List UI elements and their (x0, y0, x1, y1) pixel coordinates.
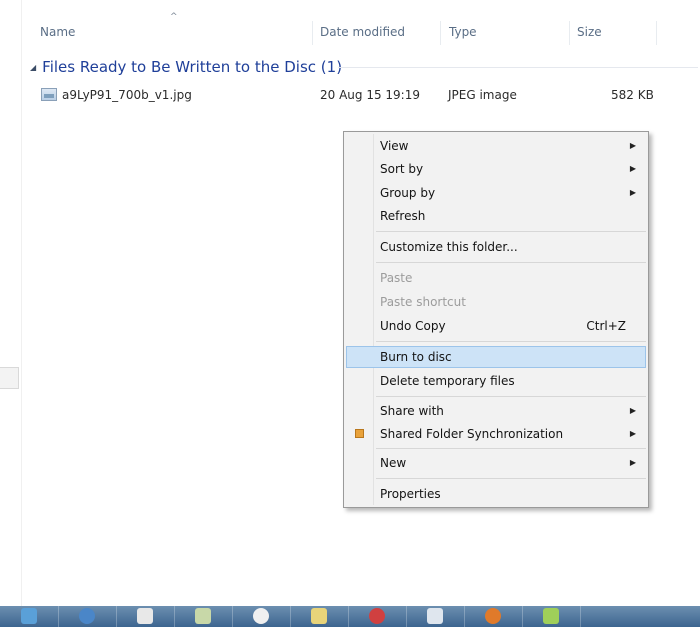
menu-item-shared-folder-sync[interactable]: Shared Folder Synchronization ▶ (346, 423, 646, 445)
column-header-type[interactable]: Type (449, 17, 477, 47)
menu-item-new[interactable]: New ▶ (346, 452, 646, 474)
group-title: Files Ready to Be Written to the Disc (1… (42, 58, 343, 76)
nav-pane-selected-item[interactable] (0, 367, 19, 389)
submenu-arrow-icon: ▶ (629, 429, 636, 438)
menu-item-burn-to-disc[interactable]: Burn to disc (346, 346, 646, 368)
acrobat-icon[interactable] (290, 606, 349, 627)
menu-item-share-with[interactable]: Share with ▶ (346, 400, 646, 422)
image-file-icon (41, 88, 57, 101)
column-divider[interactable] (312, 21, 313, 45)
menu-item-label: Group by (380, 186, 436, 200)
firefox-icon[interactable] (406, 606, 465, 627)
menu-item-undo-copy[interactable]: Undo Copy Ctrl+Z (346, 315, 646, 337)
file-size: 582 KB (611, 88, 654, 102)
group-header[interactable]: ◢ Files Ready to Be Written to the Disc (… (30, 56, 342, 78)
submenu-arrow-icon: ▶ (629, 188, 636, 197)
menu-separator (376, 262, 646, 263)
menu-item-label: New (380, 456, 407, 470)
menu-item-customize-folder[interactable]: Customize this folder... (346, 236, 646, 258)
menu-separator (376, 231, 646, 232)
column-header-size[interactable]: Size (577, 17, 602, 47)
menu-item-view[interactable]: View ▶ (346, 135, 646, 157)
ie-icon[interactable] (58, 606, 117, 627)
paint-icon[interactable] (116, 606, 175, 627)
file-date-modified: 20 Aug 15 19:19 (320, 88, 420, 102)
app-icon[interactable] (174, 606, 233, 627)
taskbar-app-icon[interactable] (522, 606, 581, 627)
menu-item-paste: Paste (346, 267, 646, 289)
menu-item-label: Burn to disc (380, 350, 452, 364)
menu-item-group-by[interactable]: Group by ▶ (346, 182, 646, 204)
taskbar (0, 606, 700, 627)
submenu-arrow-icon: ▶ (629, 458, 636, 467)
column-divider[interactable] (569, 21, 570, 45)
menu-item-sort-by[interactable]: Sort by ▶ (346, 158, 646, 180)
menu-item-label: Sort by (380, 162, 424, 176)
submenu-arrow-icon: ▶ (629, 141, 636, 150)
file-name: a9LyP91_700b_v1.jpg (62, 88, 192, 102)
menu-separator (376, 341, 646, 342)
menu-separator (376, 478, 646, 479)
column-header-date-modified[interactable]: Date modified (320, 17, 405, 47)
start-icon[interactable] (0, 606, 59, 627)
context-menu: View ▶ Sort by ▶ Group by ▶ Refresh Cust… (343, 131, 649, 508)
notes-icon[interactable] (348, 606, 407, 627)
sync-icon (355, 429, 364, 438)
collapse-group-icon[interactable]: ◢ (30, 57, 36, 79)
file-type: JPEG image (448, 88, 517, 102)
submenu-arrow-icon: ▶ (629, 406, 636, 415)
menu-item-label: Refresh (380, 209, 426, 223)
file-row[interactable]: a9LyP91_700b_v1.jpg 20 Aug 15 19:19 JPEG… (38, 84, 678, 106)
column-header-row: ^ Name Date modified Type Size (22, 12, 700, 47)
submenu-arrow-icon: ▶ (629, 164, 636, 173)
sort-ascending-icon: ^ (170, 12, 178, 22)
menu-separator (376, 396, 646, 397)
app2-icon[interactable] (464, 606, 523, 627)
folder-icon[interactable] (232, 606, 291, 627)
menu-item-paste-shortcut: Paste shortcut (346, 291, 646, 313)
menu-item-label: Delete temporary files (380, 374, 515, 388)
menu-item-delete-temporary-files[interactable]: Delete temporary files (346, 370, 646, 392)
group-divider (338, 67, 698, 68)
menu-item-label: Customize this folder... (380, 240, 518, 254)
menu-separator (376, 448, 646, 449)
column-divider[interactable] (656, 21, 657, 45)
navigation-pane-edge (0, 0, 22, 606)
column-header-name[interactable]: Name (40, 17, 75, 47)
menu-item-label: Paste (380, 271, 413, 285)
menu-item-shortcut: Ctrl+Z (586, 319, 626, 333)
column-divider[interactable] (440, 21, 441, 45)
menu-item-label: Undo Copy (380, 319, 446, 333)
menu-item-label: Properties (380, 487, 441, 501)
menu-item-label: View (380, 139, 409, 153)
menu-item-label: Share with (380, 404, 444, 418)
menu-item-label: Paste shortcut (380, 295, 466, 309)
menu-item-properties[interactable]: Properties (346, 483, 646, 505)
menu-item-label: Shared Folder Synchronization (380, 427, 564, 441)
menu-item-refresh[interactable]: Refresh (346, 205, 646, 227)
